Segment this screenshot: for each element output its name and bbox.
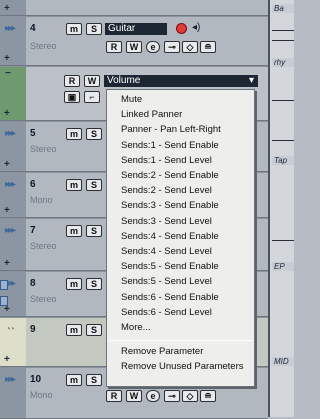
expand-plus-icon[interactable]: + [4,53,10,64]
track-number: 9 [30,324,36,335]
menu-item[interactable]: Sends:2 - Send Level [121,185,212,196]
track-channel-type: Stereo [30,41,57,51]
solo-button[interactable]: S [86,179,102,191]
menu-separator [109,340,252,342]
edit-channel-button[interactable]: e [146,41,160,53]
parameter-selector[interactable]: Volume ▾ [104,75,258,87]
track-number: 8 [30,278,36,289]
show-lanes-icon[interactable]: ▣ [64,91,80,103]
mute-button[interactable]: m [66,128,82,140]
menu-item[interactable]: Sends:3 - Send Level [121,216,212,227]
track-4[interactable]: ▸▸▸ 4 m S Guitar ◂) Stereo R W e ⊸ ◇ ≘ + [0,16,268,66]
track-number: 6 [30,179,36,190]
track-number: 7 [30,225,36,236]
menu-item[interactable]: Sends:4 - Send Level [121,246,212,257]
solo-button[interactable]: S [86,225,102,237]
waveform-line [272,40,294,41]
event-display-edge: Ba rhy Tap EP MID [268,0,294,417]
write-automation-button[interactable]: W [126,390,142,402]
menu-item[interactable]: Linked Panner [121,109,182,120]
menu-item[interactable]: Sends:6 - Send Enable [121,292,219,303]
part-label[interactable]: Tap [272,156,294,165]
menu-item[interactable]: Mute [121,94,142,105]
track-arrow-icon: ▸▸▸ [5,179,16,190]
lock-icon[interactable]: ⌐ [84,91,100,103]
menu-item[interactable]: Remove Parameter [121,346,203,357]
read-automation-button[interactable]: R [64,75,80,87]
solo-button[interactable]: S [86,128,102,140]
expand-plus-icon[interactable]: + [4,3,10,14]
track-channel-type: Stereo [30,241,57,251]
menu-item[interactable]: Sends:6 - Send Level [121,307,212,318]
menu-item[interactable]: Panner - Pan Left-Right [121,124,221,135]
collapse-minus-icon[interactable]: − [5,68,11,79]
chevron-down-icon[interactable]: ▾ [249,75,254,87]
expand-plus-icon[interactable]: + [4,159,10,170]
automation-line [272,100,294,101]
solo-button[interactable]: S [86,324,102,336]
mute-button[interactable]: m [66,374,82,386]
track-channel-type: Stereo [30,144,57,154]
menu-item[interactable]: Sends:5 - Send Level [121,276,212,287]
sidebar-toggle-icon[interactable] [0,280,8,290]
write-automation-button[interactable]: W [126,41,142,53]
solo-button[interactable]: S [86,278,102,290]
expand-plus-icon[interactable]: + [4,258,10,269]
track-arrow-icon: ▸▸▸ [5,225,16,236]
track-number: 5 [30,128,36,139]
mute-button[interactable]: m [66,278,82,290]
part-label[interactable]: EP [272,262,294,271]
parameter-dropdown-menu: Mute Linked Panner Panner - Pan Left-Right… [106,89,255,387]
mute-button[interactable]: m [66,324,82,336]
menu-item[interactable]: Sends:1 - Send Level [121,155,212,166]
menu-item[interactable]: Sends:4 - Send Enable [121,231,219,242]
track-channel-type: Mono [30,195,53,205]
monitor-speaker-icon[interactable]: ◂) [192,22,200,33]
edit-channel-button[interactable]: e [146,390,160,402]
parameter-name: Volume [107,75,141,86]
insert-icon[interactable]: ⊸ [164,41,180,53]
part-label[interactable]: Ba [272,4,294,13]
expand-plus-icon[interactable]: + [4,108,10,119]
menu-item[interactable]: Sends:1 - Send Enable [121,140,219,151]
eq-icon[interactable]: ◇ [182,390,198,402]
track-number: 4 [30,23,36,34]
part-label[interactable]: MID [272,357,294,366]
expand-plus-icon[interactable]: + [4,354,10,365]
waveform-line [272,140,294,141]
mute-button[interactable]: m [66,179,82,191]
eq-icon[interactable]: ◇ [182,41,198,53]
mute-button[interactable]: m [66,23,82,35]
expand-plus-icon[interactable]: + [4,205,10,216]
menu-item[interactable]: Sends:3 - Send Enable [121,200,219,211]
left-edge-controls [0,280,8,340]
part-label[interactable]: rhy [272,58,294,67]
solo-button[interactable]: S [86,374,102,386]
menu-item[interactable]: More... [121,322,151,333]
waveform-line [272,30,294,31]
track-channel-type: Stereo [30,294,57,304]
track-arrow-icon: ▸▸▸ [5,374,16,385]
record-enable-icon[interactable] [176,23,187,34]
solo-button[interactable]: S [86,23,102,35]
waveform-line [272,240,294,241]
insert-icon[interactable]: ⊸ [164,390,180,402]
read-automation-button[interactable]: R [106,41,122,53]
send-icon[interactable]: ≘ [200,41,216,53]
track-number: 10 [30,374,42,385]
sidebar-toggle-icon[interactable] [0,296,8,306]
write-automation-button[interactable]: W [84,75,100,87]
track-name[interactable]: Guitar [105,23,167,35]
read-automation-button[interactable]: R [106,390,122,402]
menu-item[interactable]: Sends:5 - Send Enable [121,261,219,272]
track-previous[interactable]: + [0,0,268,16]
send-icon[interactable]: ≘ [200,390,216,402]
track-arrow-icon: ▸▸▸ [5,128,16,139]
mute-button[interactable]: m [66,225,82,237]
track-channel-type: Mono [30,390,53,400]
menu-item[interactable]: Sends:2 - Send Enable [121,170,219,181]
menu-item[interactable]: Remove Unused Parameters [121,361,244,372]
track-arrow-icon: ▸▸▸ [5,23,16,34]
